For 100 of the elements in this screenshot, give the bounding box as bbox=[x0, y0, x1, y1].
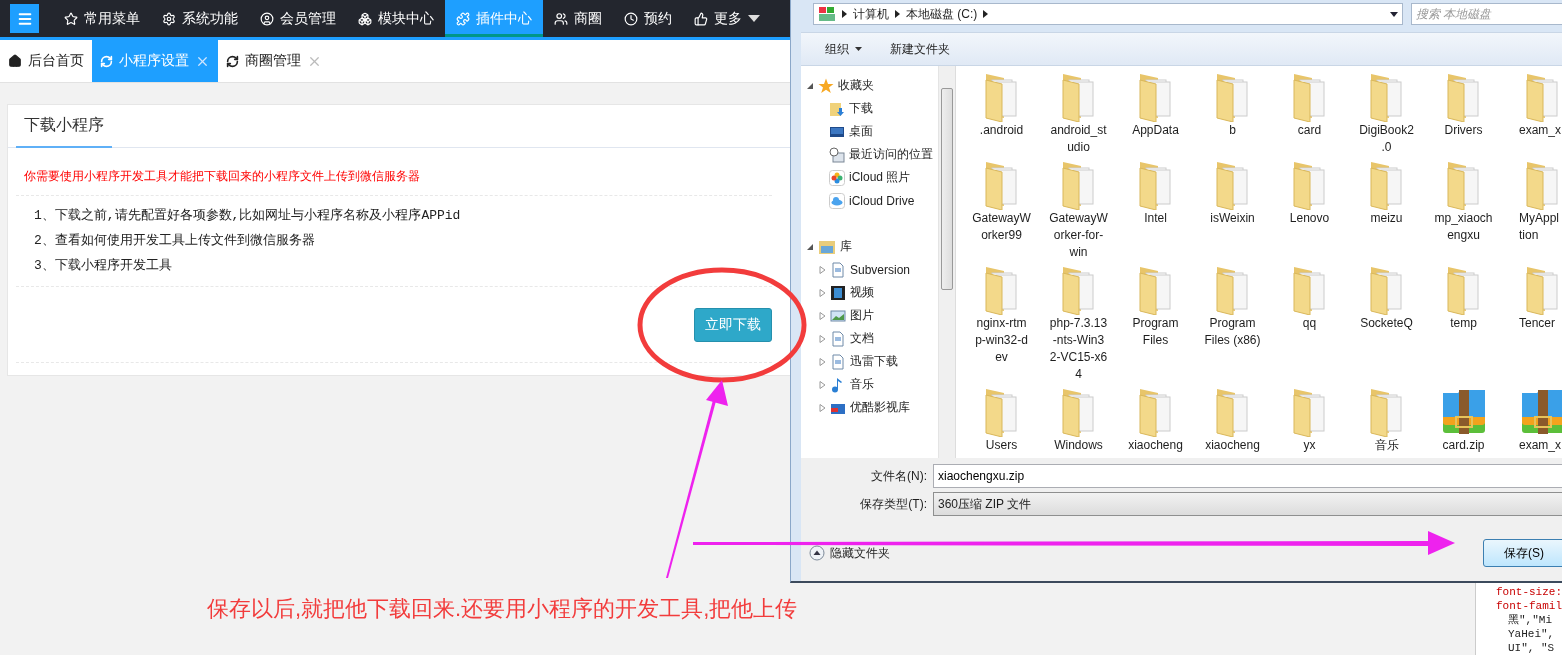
file-name[interactable]: temp bbox=[1450, 315, 1477, 332]
collapsed-arrow-icon[interactable] bbox=[819, 380, 826, 389]
file-name[interactable]: mp_xiaoch engxu bbox=[1434, 210, 1493, 244]
file-name[interactable]: Users bbox=[985, 437, 1018, 454]
nav-item[interactable]: 迅雷下载 bbox=[801, 350, 938, 373]
save-type-select[interactable]: 360压缩 ZIP 文件 bbox=[933, 492, 1562, 516]
scrollbar[interactable] bbox=[938, 66, 955, 458]
nav-menu-item[interactable]: 会员管理 bbox=[249, 0, 347, 37]
nav-item[interactable]: 音乐 bbox=[801, 373, 938, 396]
file-name[interactable]: Lenovo bbox=[1289, 210, 1330, 227]
toolbar-button[interactable]: 新建文件夹 bbox=[890, 38, 950, 60]
collapsed-arrow-icon[interactable] bbox=[819, 265, 826, 274]
file-name[interactable]: GatewayW orker-for- win bbox=[1049, 210, 1108, 261]
collapsed-arrow-icon[interactable] bbox=[819, 357, 826, 366]
collapsed-arrow-icon[interactable] bbox=[819, 311, 826, 320]
breadcrumb[interactable]: 本地磁盘 (C:) bbox=[906, 5, 978, 23]
nav-menu-item[interactable]: 预约 bbox=[613, 0, 683, 37]
file-name[interactable]: yx bbox=[1303, 437, 1316, 454]
nav-item[interactable]: Subversion bbox=[801, 258, 938, 281]
document-icon bbox=[830, 261, 846, 278]
page-tab[interactable]: 后台首页 bbox=[0, 40, 92, 82]
collapsed-arrow-icon[interactable] bbox=[819, 334, 826, 343]
code-line: YaHei", bbox=[1507, 627, 1556, 641]
file-name[interactable]: php-7.3.13 -nts-Win3 2-VC15-x6 4 bbox=[1049, 315, 1108, 383]
collapse-icon bbox=[809, 545, 825, 561]
collapsed-arrow-icon[interactable] bbox=[819, 403, 826, 412]
file-name[interactable]: DigiBook2 .0 bbox=[1359, 122, 1414, 156]
file-name[interactable]: android_st udio bbox=[1050, 122, 1107, 156]
menu-icon bbox=[16, 10, 33, 27]
menu-button[interactable] bbox=[10, 4, 39, 33]
nav-group[interactable]: 库 bbox=[801, 235, 938, 258]
file-name[interactable]: GatewayW orker99 bbox=[972, 210, 1031, 244]
file-name[interactable]: meizu bbox=[1370, 210, 1403, 227]
cloud-icon bbox=[829, 192, 845, 209]
notice-text: 你需要使用小程序开发工具才能把下载回来的小程序文件上传到微信服务器 bbox=[23, 168, 421, 185]
nav-menu-item[interactable]: 更多 bbox=[683, 0, 771, 37]
home-icon bbox=[8, 54, 22, 68]
refresh-icon bbox=[226, 54, 239, 68]
file-name[interactable]: qq bbox=[1302, 315, 1317, 332]
code-line: 黑","Mi bbox=[1507, 613, 1553, 627]
film-icon bbox=[830, 284, 846, 301]
dropdown-caret-icon[interactable] bbox=[1390, 11, 1398, 17]
file-name[interactable]: xiaocheng bbox=[1128, 437, 1183, 454]
nav-item[interactable]: 视频 bbox=[801, 281, 938, 304]
collapsed-arrow-icon[interactable] bbox=[819, 288, 826, 297]
nav-item[interactable]: 文档 bbox=[801, 327, 938, 350]
star-icon bbox=[64, 11, 78, 26]
document-icon bbox=[830, 330, 846, 347]
code-line: font-size: bbox=[1496, 585, 1562, 599]
expanded-arrow-icon[interactable] bbox=[807, 242, 814, 251]
nav-group[interactable]: 收藏夹 bbox=[801, 74, 938, 97]
star-icon bbox=[818, 77, 834, 94]
file-name[interactable]: isWeixin bbox=[1210, 210, 1255, 227]
file-name[interactable]: MyAppl tion bbox=[1519, 210, 1559, 244]
annotation-caption: 保存以后,就把他下载回来.还要用小程序的开发工具,把他上传 bbox=[207, 595, 798, 623]
file-name[interactable]: Tencer bbox=[1519, 315, 1556, 332]
nav-item[interactable]: 下载 bbox=[801, 97, 938, 120]
file-name[interactable]: AppData bbox=[1132, 122, 1179, 139]
search-field[interactable]: 搜索 本地磁盘 bbox=[1411, 3, 1562, 25]
thumbs-up-icon bbox=[694, 11, 708, 26]
file-name[interactable]: Program Files (x86) bbox=[1204, 315, 1261, 349]
nav-item[interactable]: 桌面 bbox=[801, 120, 938, 143]
step-text: 1、下载之前,请先配置好各项参数,比如网址与小程序名称及小程序APPid bbox=[34, 207, 462, 225]
file-name[interactable]: exam_x bbox=[1519, 122, 1562, 139]
toolbar-button[interactable]: 组织 bbox=[825, 38, 862, 60]
nav-item[interactable]: iCloud 照片 bbox=[801, 166, 938, 189]
expanded-arrow-icon[interactable] bbox=[807, 81, 814, 90]
address-bar[interactable]: 计算机 本地磁盘 (C:) bbox=[813, 3, 1403, 25]
nav-menu-item[interactable]: 模块中心 bbox=[347, 0, 445, 37]
file-name[interactable]: 音乐 bbox=[1374, 437, 1399, 454]
nav-item[interactable]: 最近访问的位置 bbox=[801, 143, 938, 166]
file-name[interactable]: .android bbox=[979, 122, 1024, 139]
file-name[interactable]: Intel bbox=[1144, 210, 1167, 227]
step-text: 3、下载小程序开发工具 bbox=[34, 257, 173, 275]
nav-menu-item[interactable]: 常用菜单 bbox=[53, 0, 151, 37]
nav-menu-item[interactable]: 商圈 bbox=[543, 0, 613, 37]
file-name[interactable]: card bbox=[1297, 122, 1322, 139]
file-name[interactable]: card.zip bbox=[1442, 437, 1485, 454]
file-name-field[interactable]: xiaochengxu.zip bbox=[933, 464, 1562, 488]
nav-item[interactable]: iCloud Drive bbox=[801, 189, 938, 212]
clock-icon bbox=[624, 11, 638, 26]
file-name[interactable]: Drivers bbox=[1444, 122, 1483, 139]
file-name[interactable]: Windows bbox=[1054, 437, 1103, 454]
refresh-icon bbox=[100, 54, 113, 68]
file-name[interactable]: xiaocheng bbox=[1205, 437, 1260, 454]
breadcrumb[interactable]: 计算机 bbox=[853, 5, 889, 23]
file-name[interactable]: Program Files bbox=[1132, 315, 1179, 349]
page-tab[interactable]: 商圈管理 bbox=[218, 40, 330, 82]
document-icon bbox=[830, 353, 846, 370]
computer-icon bbox=[818, 6, 836, 22]
save-button[interactable]: 保存(S) bbox=[1483, 539, 1562, 567]
flower-icon bbox=[829, 169, 845, 186]
nav-menu-item[interactable]: 系统功能 bbox=[151, 0, 249, 37]
hide-folders-button[interactable]: 隐藏文件夹 bbox=[801, 544, 890, 562]
file-name[interactable]: exam_x bbox=[1519, 437, 1562, 454]
file-name[interactable]: nginx-rtm p-win32-d ev bbox=[975, 315, 1028, 366]
file-name[interactable]: SocketeQ bbox=[1360, 315, 1413, 332]
nav-item[interactable]: 优酷影视库 bbox=[801, 396, 938, 419]
nav-item[interactable]: 图片 bbox=[801, 304, 938, 327]
file-name[interactable]: b bbox=[1229, 122, 1236, 139]
